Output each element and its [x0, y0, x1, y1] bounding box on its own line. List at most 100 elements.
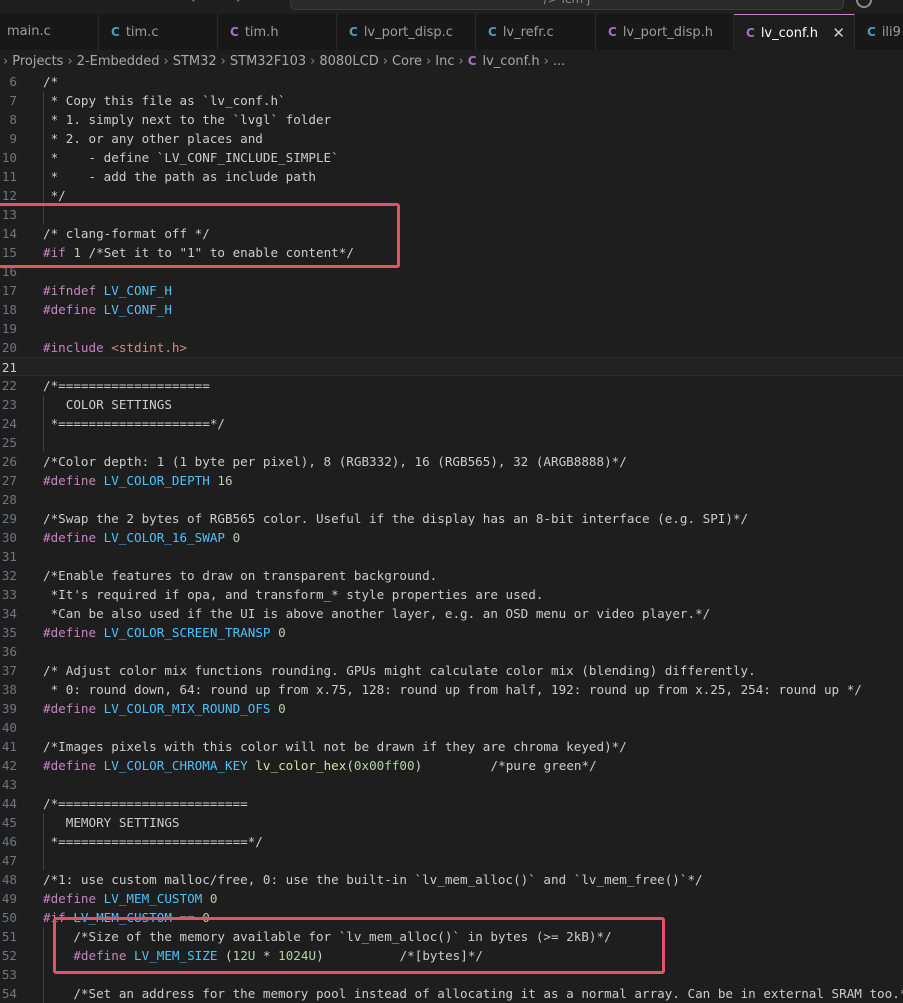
nav-arrows[interactable]: ‹ › — [190, 0, 260, 7]
line-number: 9 — [9, 131, 17, 146]
code-text: * Copy this file as `lv_conf.h` — [50, 93, 286, 108]
code-line[interactable]: 49 #define LV_MEM_CUSTOM 0 — [0, 889, 903, 908]
line-number: 10 — [1, 150, 17, 165]
line-number: 26 — [1, 454, 17, 469]
chevron-right-icon: › — [458, 54, 464, 69]
code-line[interactable]: 9 * 2. or any other places and — [0, 129, 903, 148]
line-number: 31 — [1, 549, 17, 564]
tab-ili9[interactable]: Cili9 — [855, 14, 903, 50]
code-text: /* — [43, 74, 59, 89]
code-line[interactable]: 37 /* Adjust color mix functions rounding… — [0, 661, 903, 680]
c-file-icon: C — [867, 25, 876, 39]
tab-label: tim.h — [244, 25, 279, 40]
code-line[interactable]: 24 *====================*/ — [0, 414, 903, 433]
code-line[interactable]: 31 — [0, 547, 903, 566]
code-text: /*Enable features to draw on transparent… — [43, 568, 438, 583]
code-line[interactable]: 48 /*1: use custom malloc/free, 0: use th… — [0, 870, 903, 889]
code-line[interactable]: 38 * 0: round down, 64: round up from x.… — [0, 680, 903, 699]
tab-lv-port-disp-c[interactable]: Clv_port_disp.c — [337, 14, 476, 50]
code-line[interactable]: 7 * Copy this file as `lv_conf.h` — [0, 91, 903, 110]
line-number: 30 — [1, 530, 17, 545]
code-line[interactable]: 19 — [0, 319, 903, 338]
editor-tab-bar: main.c Ctim.c Ctim.h Clv_port_disp.c Clv_ref… — [0, 14, 903, 51]
line-number: 18 — [1, 302, 17, 317]
line-number: 17 — [1, 283, 17, 298]
code-text: #include <stdint.h> — [43, 340, 188, 355]
code-line[interactable]: 23 COLOR SETTINGS — [0, 395, 903, 414]
code-text: #define LV_COLOR_SCREEN_TRANSP 0 — [43, 625, 286, 640]
breadcrumb-item[interactable]: ... — [553, 54, 565, 69]
breadcrumb-item[interactable]: Inc — [435, 54, 454, 69]
c-file-icon: C — [230, 25, 239, 39]
breadcrumb-item[interactable]: 2-Embedded — [77, 54, 160, 69]
code-text: #define LV_CONF_H — [43, 302, 172, 317]
code-line[interactable]: 25 — [0, 433, 903, 452]
code-text: #define LV_COLOR_CHROMA_KEY lv_color_hex… — [43, 758, 597, 773]
code-line[interactable]: 18 #define LV_CONF_H — [0, 300, 903, 319]
c-file-icon: C — [746, 26, 755, 40]
code-line[interactable]: 43 — [0, 775, 903, 794]
breadcrumb: › Projects › 2-Embedded › STM32 › STM32F103 › 808… — [0, 50, 903, 72]
breadcrumb-item[interactable]: Core — [392, 54, 422, 69]
code-line[interactable]: 26 /*Color depth: 1 (1 byte per pixel), 8… — [0, 452, 903, 471]
code-line[interactable]: 30 #define LV_COLOR_16_SWAP 0 — [0, 528, 903, 547]
code-line[interactable]: 22 /*==================== — [0, 376, 903, 395]
code-line[interactable]: 28 — [0, 490, 903, 509]
line-number: 36 — [1, 644, 17, 659]
line-number: 48 — [1, 872, 17, 887]
code-line[interactable]: 39 #define LV_COLOR_MIX_ROUND_OFS 0 — [0, 699, 903, 718]
code-line[interactable]: 45 MEMORY SETTINGS — [0, 813, 903, 832]
c-file-icon: C — [349, 25, 358, 39]
code-line[interactable]: 17 #ifndef LV_CONF_H — [0, 281, 903, 300]
code-line[interactable]: 40 — [0, 718, 903, 737]
code-line[interactable]: 27 #define LV_COLOR_DEPTH 16 — [0, 471, 903, 490]
code-line[interactable]: 36 — [0, 642, 903, 661]
code-line[interactable]: 32 /*Enable features to draw on transpare… — [0, 566, 903, 585]
close-icon[interactable]: ✕ — [832, 15, 845, 50]
breadcrumb-item[interactable]: 8080LCD — [319, 54, 378, 69]
line-number: 41 — [1, 739, 17, 754]
line-number: 37 — [1, 663, 17, 678]
breadcrumb-item[interactable]: lv_conf.h — [483, 54, 540, 69]
code-line[interactable]: 10 * - define `LV_CONF_INCLUDE_SIMPLE` — [0, 148, 903, 167]
line-number: 22 — [1, 378, 17, 393]
code-line[interactable]: 34 *Can be also used if the UI is above … — [0, 604, 903, 623]
command-center-search[interactable]: /> lcm j — [290, 0, 844, 10]
code-line[interactable]: 47 — [0, 851, 903, 870]
code-line[interactable]: 46 *=========================*/ — [0, 832, 903, 851]
code-line[interactable]: 35 #define LV_COLOR_SCREEN_TRANSP 0 — [0, 623, 903, 642]
chevron-right-icon: › — [426, 54, 432, 69]
code-line[interactable]: 44 /*========================= — [0, 794, 903, 813]
code-line[interactable]: 6 /* — [0, 72, 903, 91]
code-line[interactable]: 29 /*Swap the 2 bytes of RGB565 color. Us… — [0, 509, 903, 528]
chevron-right-icon: › — [67, 54, 73, 69]
code-line[interactable]: 33 *It's required if opa, and transform_… — [0, 585, 903, 604]
code-text: * 1. simply next to the `lvgl` folder — [50, 112, 332, 127]
tab-tim-c[interactable]: Ctim.c — [99, 14, 218, 50]
line-number: 28 — [1, 492, 17, 507]
code-line[interactable]: 20 #include <stdint.h> — [0, 338, 903, 357]
line-number: 20 — [1, 340, 17, 355]
code-text: /*Images pixels with this color will not… — [43, 739, 627, 754]
code-line[interactable]: 41 /*Images pixels with this color will n… — [0, 737, 903, 756]
tab-main-c[interactable]: main.c — [0, 14, 99, 50]
breadcrumb-item[interactable]: STM32F103 — [230, 54, 306, 69]
tab-tim-h[interactable]: Ctim.h — [218, 14, 337, 50]
tab-lv-conf-h[interactable]: Clv_conf.h ✕ — [734, 14, 855, 50]
tab-lv-port-disp-h[interactable]: Clv_port_disp.h — [596, 14, 734, 50]
line-number: 27 — [1, 473, 17, 488]
indent-guide — [43, 965, 44, 984]
code-text: #define LV_COLOR_MIX_ROUND_OFS 0 — [43, 701, 286, 716]
tab-lv-refr-c[interactable]: Clv_refr.c — [476, 14, 596, 50]
code-line[interactable]: 21 — [0, 357, 903, 376]
breadcrumb-item[interactable]: Projects — [12, 54, 63, 69]
code-line[interactable]: 54 /*Set an address for the memory pool … — [0, 984, 903, 1003]
chevron-right-icon: › — [382, 54, 388, 69]
chevron-right-icon: › — [220, 54, 226, 69]
code-line[interactable]: 8 * 1. simply next to the `lvgl` folder — [0, 110, 903, 129]
chevron-right-icon: › — [310, 54, 316, 69]
copilot-icon[interactable] — [856, 0, 872, 8]
code-line[interactable]: 42 #define LV_COLOR_CHROMA_KEY lv_color_h… — [0, 756, 903, 775]
code-line[interactable]: 11 * - add the path as include path — [0, 167, 903, 186]
breadcrumb-item[interactable]: STM32 — [173, 54, 217, 69]
